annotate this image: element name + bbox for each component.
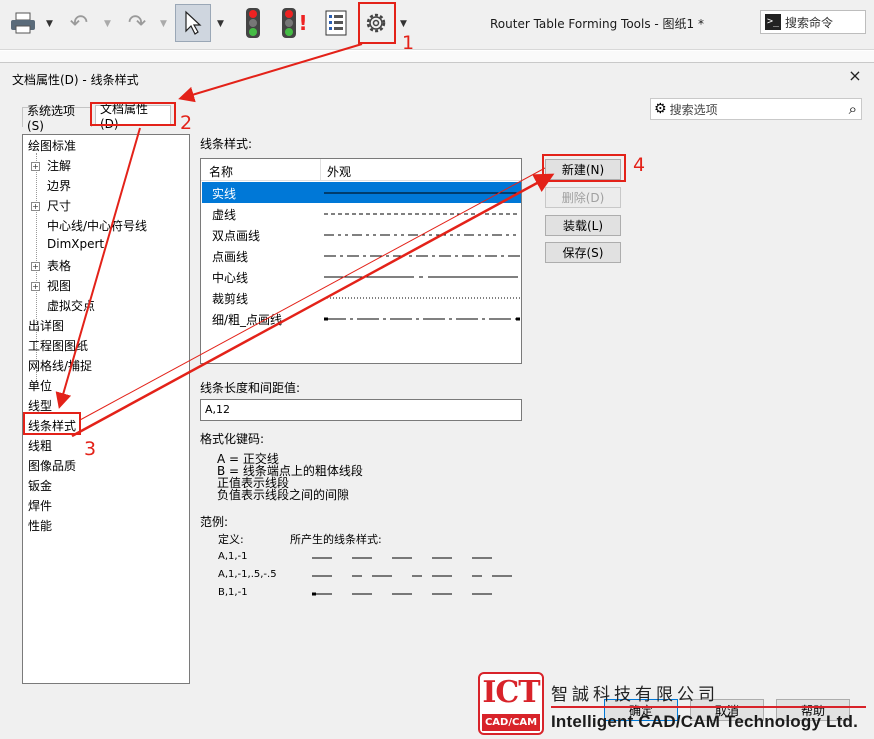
annotation-box-doc-tab xyxy=(90,102,176,126)
annotation-box-new xyxy=(542,154,626,182)
company-english-name: Intelligent CAD/CAM Technology Ltd. xyxy=(551,712,858,731)
watermark-divider xyxy=(551,706,866,708)
logo-ict-text: ICT xyxy=(482,675,540,710)
annotation-box-gear xyxy=(358,2,396,44)
annotation-box-line-style xyxy=(23,412,81,435)
annotation-number: 3 xyxy=(84,438,97,460)
company-logo: ICT CAD/CAM xyxy=(478,672,544,735)
logo-cadcam-text: CAD/CAM xyxy=(482,714,540,731)
annotation-number: 2 xyxy=(180,112,193,134)
company-chinese-name: 智誠科技有限公司 xyxy=(551,685,719,705)
annotation-number: 4 xyxy=(633,154,646,176)
annotation-number: 1 xyxy=(402,32,415,54)
